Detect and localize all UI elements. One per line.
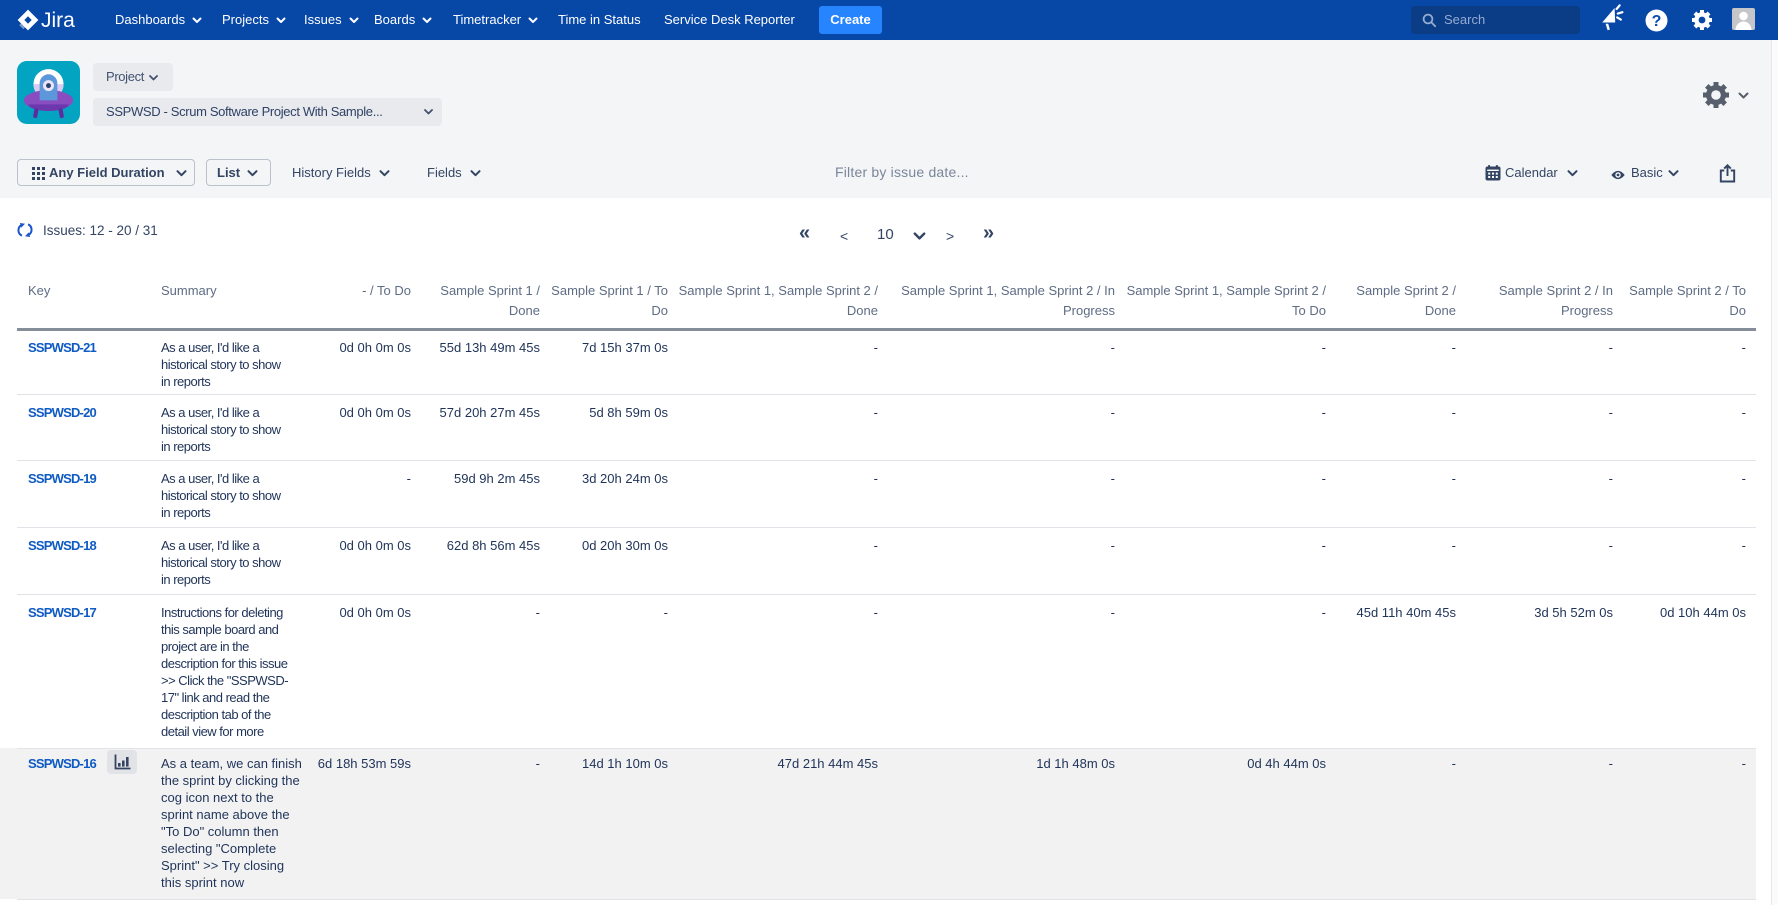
svg-text:?: ? [1652,13,1662,30]
